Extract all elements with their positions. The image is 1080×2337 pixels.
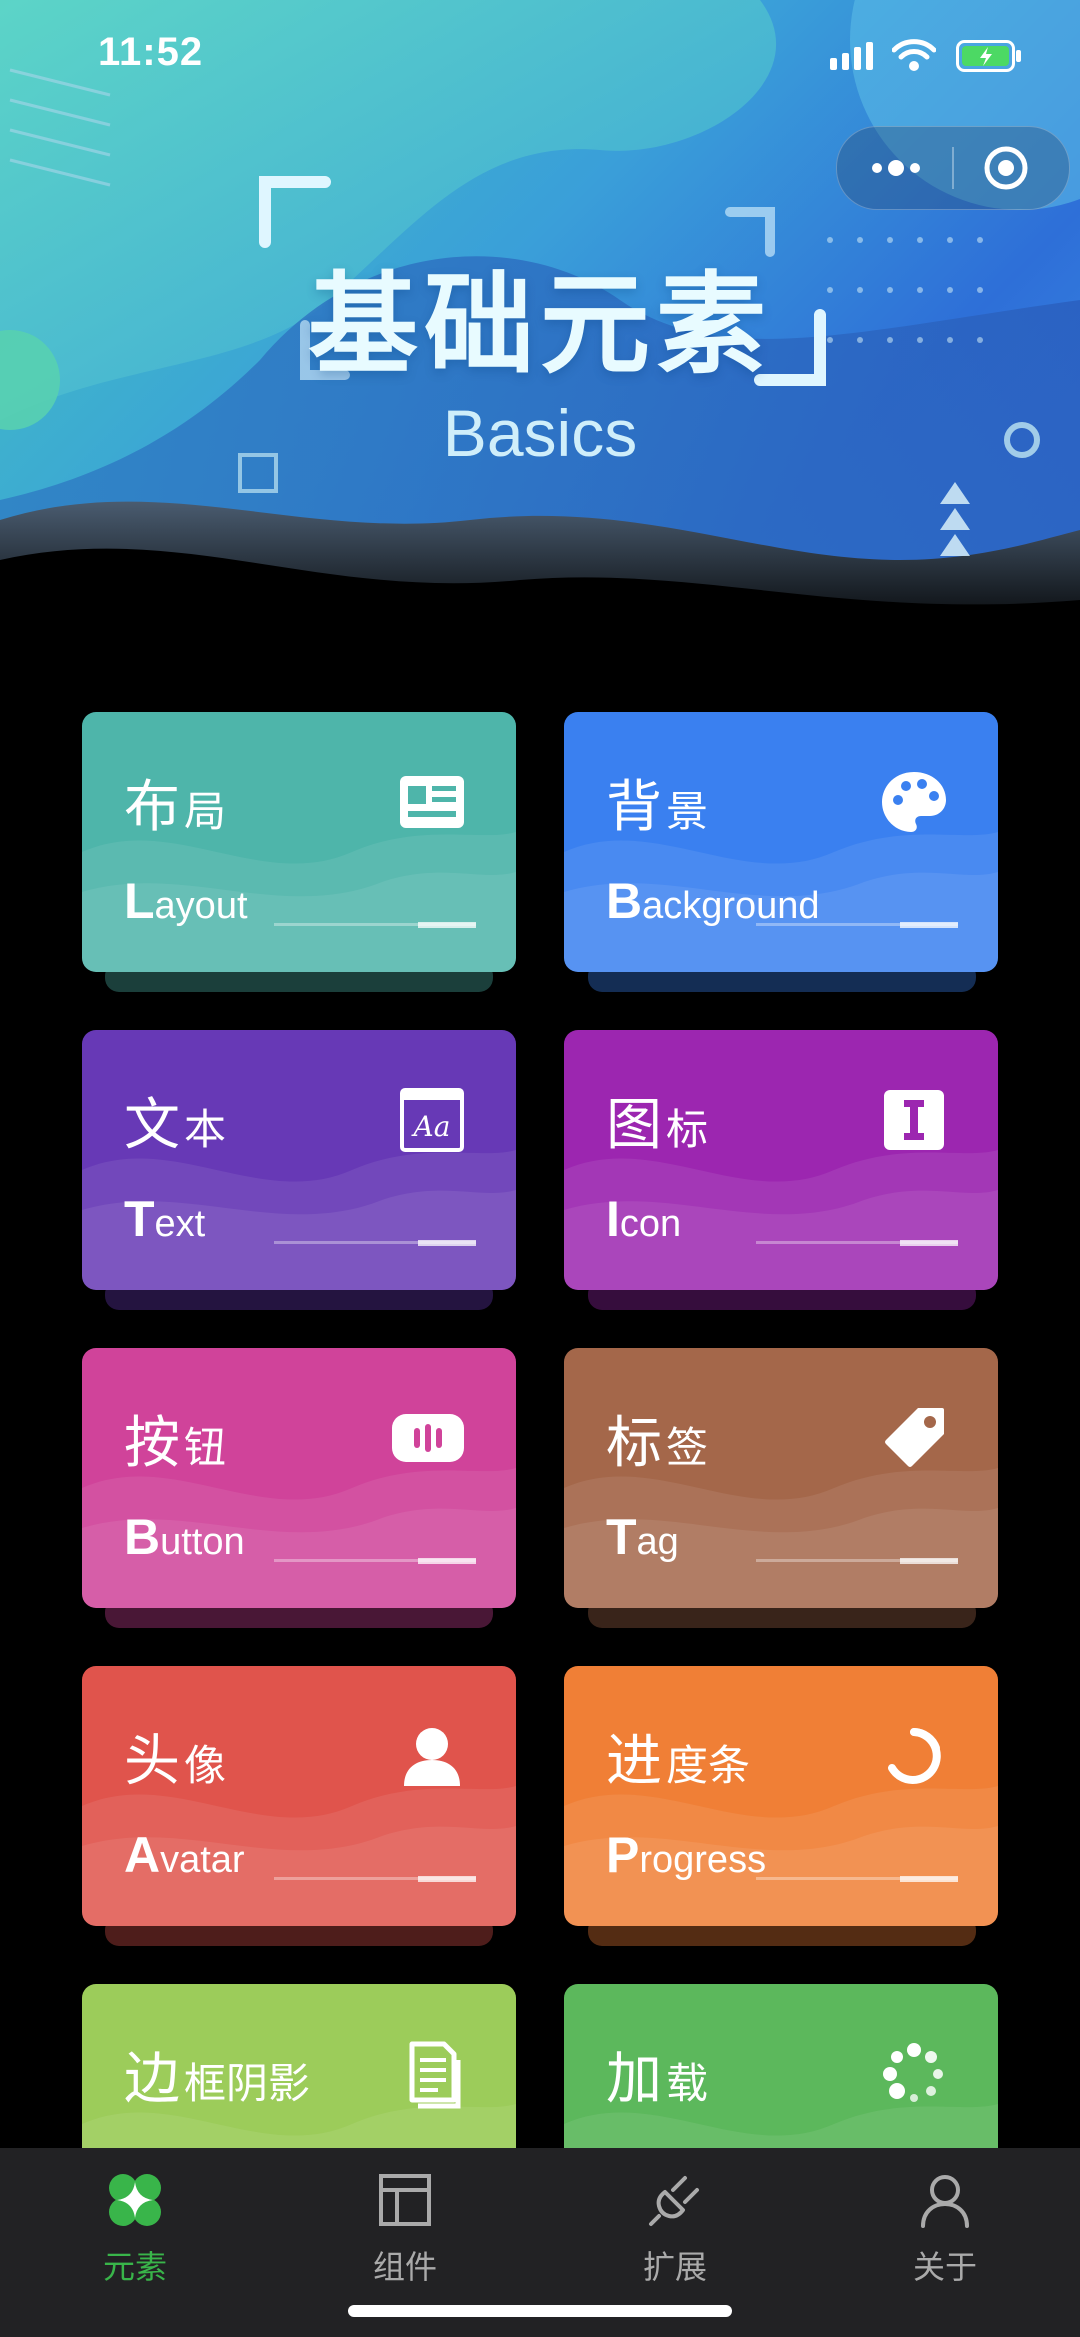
close-target-icon[interactable] — [983, 145, 1029, 191]
hero-header: 11:52 基础元素 Basics — [0, 0, 1080, 640]
tab-label: 元素 — [102, 2248, 167, 2286]
card-title-en: Progress — [606, 1827, 767, 1883]
card-underline — [756, 1558, 958, 1564]
card-underline — [274, 922, 476, 928]
card-underline — [274, 1558, 476, 1564]
card-underline — [756, 922, 958, 928]
tab-elements[interactable]: 元素 — [0, 2168, 270, 2298]
card-title-cn: 布局 — [124, 775, 227, 840]
newspaper-icon — [400, 776, 464, 828]
card-icon[interactable]: 图标 Icon — [564, 1030, 998, 1290]
card-title-cn: 按钮 — [124, 1411, 227, 1476]
card-tag[interactable]: 标签 Tag — [564, 1348, 998, 1608]
tab-label: 扩展 — [642, 2248, 707, 2286]
card-title-cn: 进度条 — [606, 1729, 751, 1794]
card-layout[interactable]: 布局 Layout — [82, 712, 516, 972]
icon-icon — [884, 1090, 944, 1150]
page-title: 基础元素 — [308, 261, 772, 389]
button-icon — [392, 1414, 464, 1462]
layout-icon — [379, 2174, 431, 2226]
document-icon — [409, 2041, 461, 2109]
card-button[interactable]: 按钮 Button — [82, 1348, 516, 1608]
card-underline — [756, 1876, 958, 1882]
card-title-en: Background — [606, 873, 820, 929]
card-title-en: Icon — [606, 1191, 682, 1247]
status-bar: 11:52 — [0, 0, 1080, 120]
card-avatar[interactable]: 头像 Avatar — [82, 1666, 516, 1926]
avatar-icon — [404, 1728, 460, 1786]
capsule-divider — [952, 147, 954, 189]
palette-icon — [882, 772, 946, 832]
cellular-signal-icon — [830, 42, 873, 70]
card-title-en: Layout — [124, 873, 248, 929]
wifi-icon — [892, 39, 936, 71]
card-title-cn: 加载 — [606, 2047, 709, 2112]
card-title-en: Avatar — [124, 1827, 245, 1883]
card-background[interactable]: 背景 Background — [564, 712, 998, 972]
page-subtitle: Basics — [442, 396, 638, 470]
text-icon: Aa — [400, 1088, 464, 1152]
user-icon — [921, 2175, 969, 2228]
tab-label: 组件 — [372, 2248, 437, 2286]
mini-program-capsule — [836, 126, 1070, 210]
tab-components[interactable]: 组件 — [270, 2168, 540, 2298]
plug-icon — [649, 2176, 699, 2226]
card-title-cn: 标签 — [606, 1411, 709, 1476]
tab-label: 关于 — [912, 2248, 977, 2286]
tab-about[interactable]: 关于 — [810, 2168, 1080, 2298]
more-icon[interactable] — [869, 155, 923, 181]
status-time: 11:52 — [98, 30, 204, 74]
loading-icon — [883, 2043, 943, 2102]
card-underline — [274, 1876, 476, 1882]
card-title-cn: 头像 — [124, 1729, 227, 1794]
progress-icon — [888, 1728, 941, 1784]
card-title-cn: 图标 — [606, 1093, 709, 1158]
home-indicator — [348, 2305, 732, 2317]
card-text[interactable]: 文本 Text Aa — [82, 1030, 516, 1290]
card-title-cn: 边框阴影 — [124, 2047, 311, 2112]
card-title-en: Text — [124, 1191, 206, 1247]
battery-icon — [956, 40, 1021, 72]
card-title-cn: 文本 — [124, 1093, 227, 1158]
tab-extensions[interactable]: 扩展 — [540, 2168, 810, 2298]
svg-text:Aa: Aa — [411, 1110, 451, 1143]
card-progress[interactable]: 进度条 Progress — [564, 1666, 998, 1926]
card-title-cn: 背景 — [606, 775, 709, 840]
card-title-en: Button — [124, 1509, 245, 1565]
tag-icon — [885, 1408, 944, 1467]
card-underline — [274, 1240, 476, 1246]
card-title-en: Tag — [606, 1509, 679, 1565]
card-underline — [756, 1240, 958, 1246]
clover-icon — [109, 2174, 161, 2226]
